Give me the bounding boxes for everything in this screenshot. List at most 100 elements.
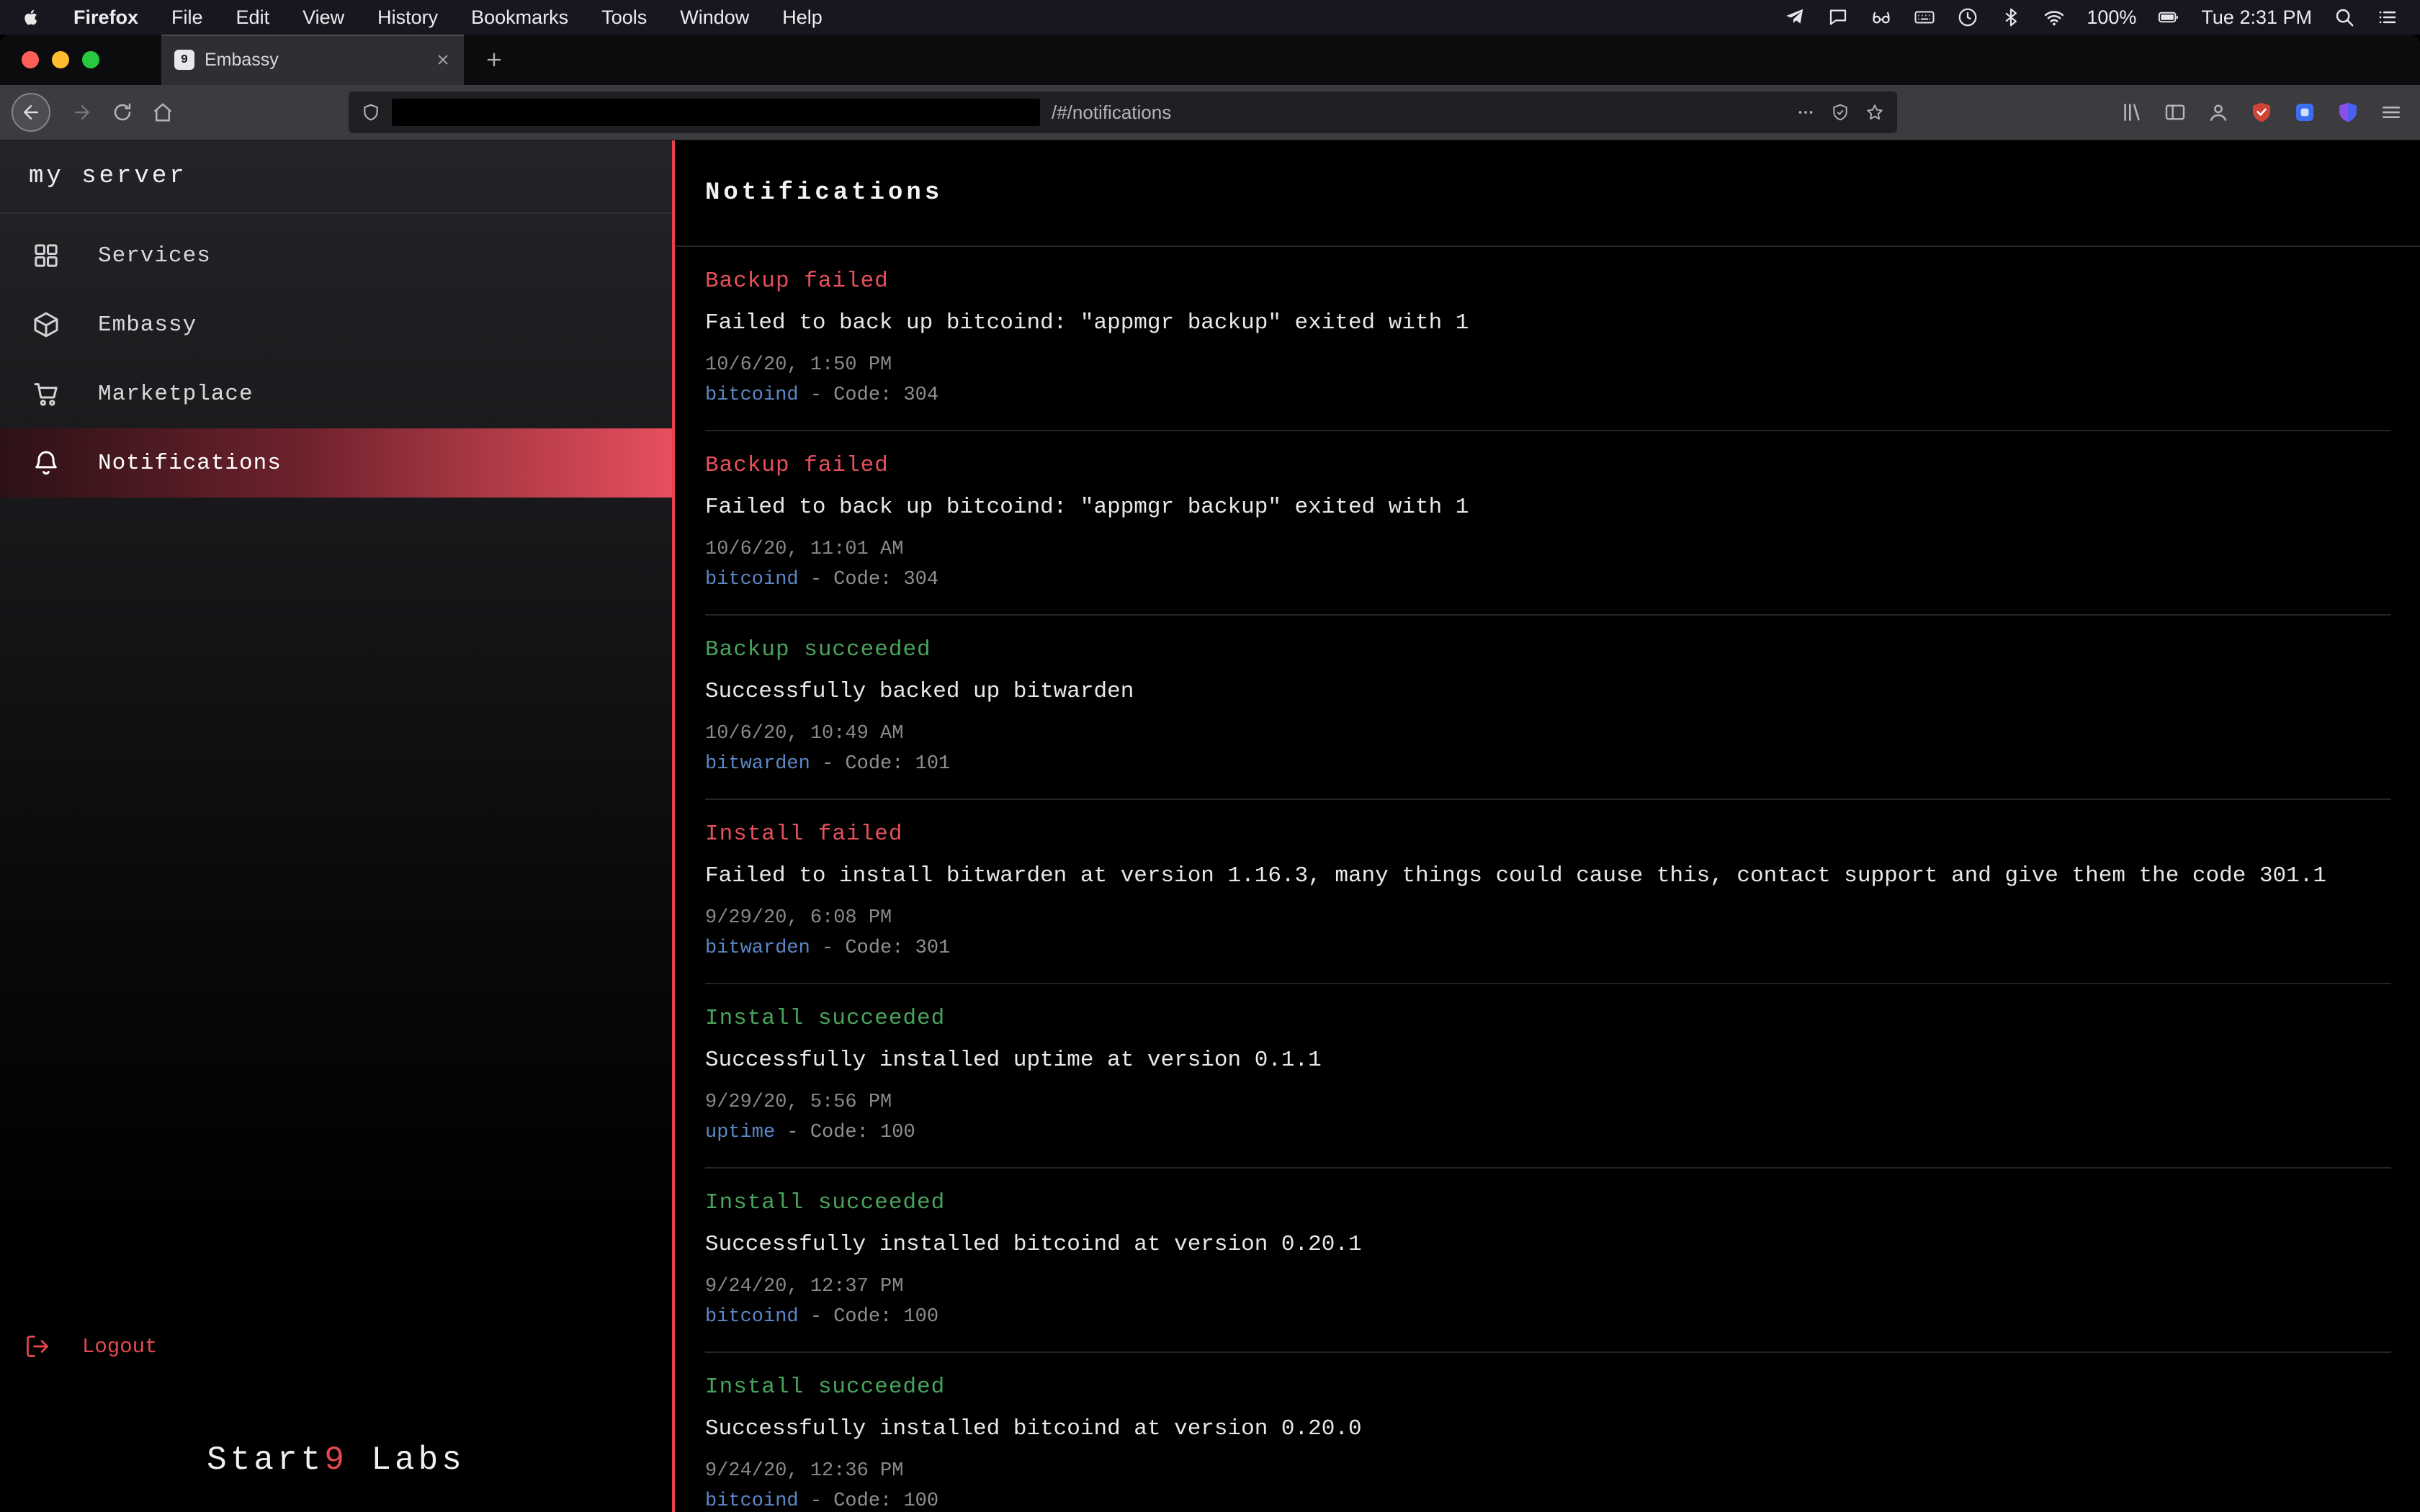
notification-item[interactable]: Backup succeeded Successfully backed up …	[705, 616, 2391, 800]
sidebar-toggle-icon[interactable]	[2164, 101, 2187, 124]
spotlight-search-icon[interactable]	[2334, 6, 2355, 28]
forward-button[interactable]	[62, 92, 102, 132]
sidebar-item-notifications[interactable]: Notifications	[0, 428, 672, 498]
menu-tools[interactable]: Tools	[601, 6, 647, 29]
notification-item[interactable]: Install failed Failed to install bitward…	[705, 800, 2391, 984]
speech-bubble-icon[interactable]	[1827, 6, 1849, 28]
notification-title: Backup succeeded	[705, 637, 2391, 663]
sidebar-item-embassy[interactable]: Embassy	[0, 290, 672, 359]
menu-list-icon[interactable]	[2377, 6, 2398, 28]
menu-edit[interactable]: Edit	[236, 6, 270, 29]
meta-separator: -	[799, 384, 834, 406]
cart-icon	[32, 379, 60, 408]
battery-percentage: 100%	[2087, 6, 2136, 29]
apple-icon[interactable]	[22, 6, 40, 28]
notification-title: Backup failed	[705, 269, 2391, 294]
notification-title: Install succeeded	[705, 1190, 2391, 1216]
library-icon[interactable]	[2120, 101, 2143, 124]
bookmark-star-icon[interactable]	[1865, 103, 1884, 122]
service-link[interactable]: bitcoind	[705, 384, 799, 406]
reload-button[interactable]	[102, 92, 143, 132]
glasses-icon[interactable]	[1870, 6, 1892, 28]
notification-meta: bitwarden - Code: 301	[705, 937, 2391, 960]
service-link[interactable]: uptime	[705, 1122, 775, 1143]
sidebar-nav: Services Embassy Marketplace	[0, 221, 672, 498]
tab-bar: 9 Embassy	[0, 35, 2420, 85]
home-button[interactable]	[143, 92, 183, 132]
zoom-window-button[interactable]	[82, 51, 99, 68]
protections-shield-icon[interactable]	[1831, 103, 1850, 122]
privacy-shield-extension-icon[interactable]	[2336, 101, 2360, 124]
notification-item[interactable]: Install succeeded Successfully installed…	[705, 984, 2391, 1169]
bluetooth-icon[interactable]	[2000, 6, 2022, 28]
notification-description: Successfully installed uptime at version…	[705, 1048, 2391, 1074]
redacted-url	[392, 99, 1040, 126]
notification-item[interactable]: Backup failed Failed to back up bitcoind…	[705, 431, 2391, 616]
url-bar[interactable]: /#/notifications	[349, 91, 1897, 133]
sidebar: my server Services Embassy	[0, 140, 675, 1512]
keyboard-icon[interactable]	[1914, 6, 1935, 28]
traffic-lights	[22, 51, 99, 68]
sidebar-item-label: Embassy	[98, 312, 197, 338]
page-actions-icon[interactable]	[1796, 103, 1815, 122]
menubar-clock[interactable]: Tue 2:31 PM	[2201, 6, 2312, 29]
sidebar-divider	[0, 212, 672, 214]
wifi-icon[interactable]	[2043, 6, 2065, 28]
minimize-window-button[interactable]	[52, 51, 69, 68]
browser-window: 9 Embassy /#/notification	[0, 35, 2420, 1512]
close-window-button[interactable]	[22, 51, 39, 68]
hamburger-menu-icon[interactable]	[2380, 101, 2403, 124]
notification-description: Successfully installed bitcoind at versi…	[705, 1232, 2391, 1258]
notification-timestamp: 9/24/20, 12:36 PM	[705, 1459, 2391, 1482]
notification-meta: bitcoind - Code: 304	[705, 384, 2391, 407]
tracking-shield-icon[interactable]	[362, 103, 380, 122]
sidebar-item-label: Services	[98, 243, 211, 269]
notification-meta: bitwarden - Code: 101	[705, 752, 2391, 775]
start9-labs-logo: Start9 Labs	[0, 1440, 672, 1480]
notification-item[interactable]: Install succeeded Successfully installed…	[705, 1353, 2391, 1512]
notification-timestamp: 10/6/20, 10:49 AM	[705, 722, 2391, 745]
server-title: my server	[0, 140, 672, 212]
service-link[interactable]: bitwarden	[705, 937, 810, 959]
back-button[interactable]	[12, 93, 50, 132]
notification-code: Code: 100	[810, 1122, 915, 1143]
sidebar-item-label: Notifications	[98, 451, 282, 476]
menu-window[interactable]: Window	[680, 6, 749, 29]
logout-button[interactable]: Logout	[0, 1323, 672, 1369]
new-tab-button[interactable]	[484, 50, 504, 70]
brand-accent: 9	[324, 1441, 348, 1479]
battery-icon[interactable]	[2158, 6, 2179, 28]
meta-separator: -	[799, 569, 834, 590]
sidebar-item-services[interactable]: Services	[0, 221, 672, 290]
notification-item[interactable]: Install succeeded Successfully installed…	[705, 1169, 2391, 1353]
clock-icon[interactable]	[1957, 6, 1978, 28]
notification-description: Failed to back up bitcoind: "appmgr back…	[705, 310, 2391, 336]
service-link[interactable]: bitcoind	[705, 569, 799, 590]
page-title: Notifications	[675, 157, 2420, 229]
notification-code: Code: 100	[833, 1306, 938, 1328]
cube-icon	[32, 310, 60, 339]
service-link[interactable]: bitcoind	[705, 1490, 799, 1512]
telegram-icon[interactable]	[1784, 6, 1806, 28]
grid-icon	[32, 241, 60, 270]
notification-item[interactable]: Backup failed Failed to back up bitcoind…	[705, 247, 2391, 431]
menu-firefox[interactable]: Firefox	[73, 6, 138, 29]
menu-help[interactable]: Help	[782, 6, 823, 29]
service-link[interactable]: bitcoind	[705, 1306, 799, 1328]
menu-view[interactable]: View	[302, 6, 344, 29]
browser-tab-embassy[interactable]: 9 Embassy	[161, 35, 464, 85]
bell-icon	[32, 449, 60, 477]
service-link[interactable]: bitwarden	[705, 753, 810, 775]
sidebar-item-marketplace[interactable]: Marketplace	[0, 359, 672, 428]
account-icon[interactable]	[2207, 101, 2230, 124]
menu-history[interactable]: History	[377, 6, 438, 29]
embassy-app: my server Services Embassy	[0, 140, 2420, 1512]
tab-close-icon[interactable]	[435, 52, 451, 68]
blue-extension-icon[interactable]	[2293, 101, 2316, 124]
menu-bookmarks[interactable]: Bookmarks	[471, 6, 568, 29]
meta-separator: -	[775, 1122, 810, 1143]
notification-code: Code: 301	[845, 937, 950, 959]
menu-file[interactable]: File	[171, 6, 203, 29]
meta-separator: -	[810, 937, 846, 959]
adblocker-extension-icon[interactable]	[2250, 101, 2273, 124]
